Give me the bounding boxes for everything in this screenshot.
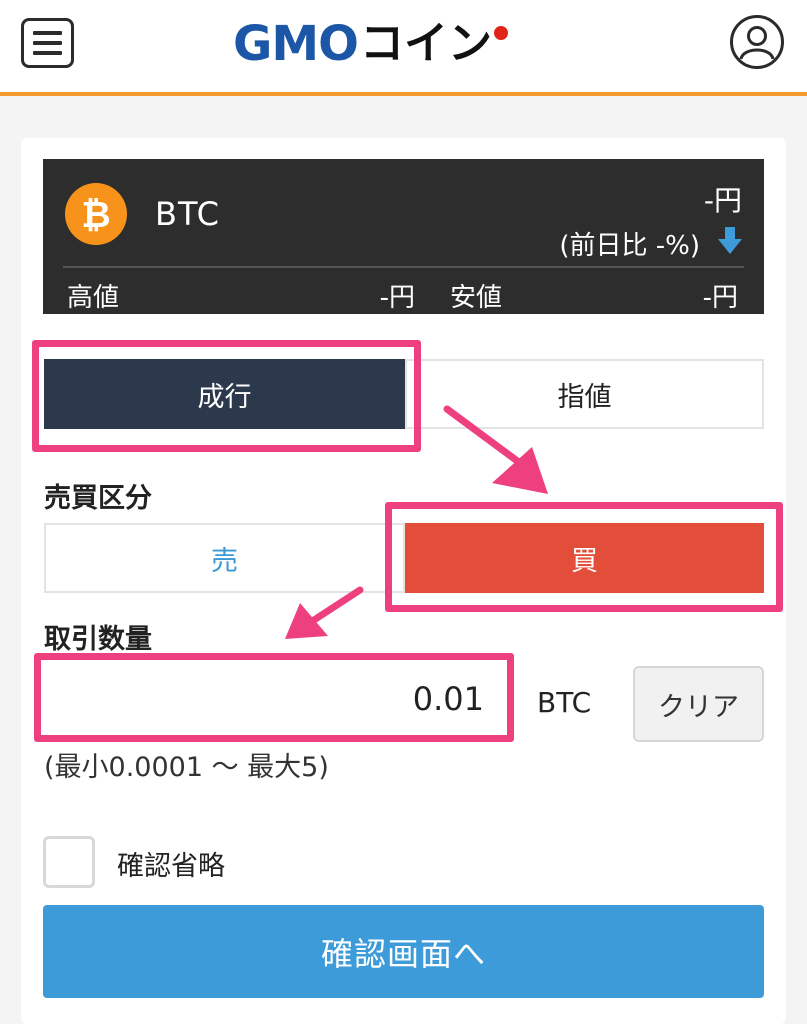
high-label: 高値 xyxy=(67,283,120,313)
highlight-box-order-type xyxy=(32,340,421,452)
app-header: GMO コイン xyxy=(0,0,807,96)
arrow-down-icon xyxy=(718,227,742,255)
quantity-range-hint: (最小0.0001 〜 最大5) xyxy=(44,752,329,783)
logo-brand: GMO xyxy=(233,16,359,72)
low-label: 安値 xyxy=(450,283,503,313)
quantity-section-label: 取引数量 xyxy=(44,624,152,655)
low-value: -円 xyxy=(702,283,738,313)
hamburger-menu-icon[interactable] xyxy=(21,18,74,68)
skip-confirm-checkbox[interactable] xyxy=(43,836,95,888)
ticker-change: (前日比 -%) xyxy=(559,231,700,261)
confirm-screen-button[interactable]: 確認画面へ xyxy=(43,905,764,998)
logo-suffix: コイン xyxy=(359,18,492,69)
user-account-icon[interactable] xyxy=(729,14,785,70)
svg-text:₿: ₿ xyxy=(81,195,110,236)
logo-red-dot xyxy=(494,26,508,40)
bitcoin-icon: ₿ xyxy=(65,183,127,245)
ticker-divider xyxy=(63,266,744,268)
highlight-box-quantity xyxy=(34,653,514,742)
skip-confirm-label: 確認省略 xyxy=(117,851,225,882)
quantity-unit: BTC xyxy=(537,686,592,719)
side-section-label: 売買区分 xyxy=(44,483,152,514)
high-value: -円 xyxy=(379,283,415,313)
price-ticker: ₿ BTC -円 (前日比 -%) 高値 -円 安値 -円 xyxy=(43,159,764,314)
ticker-symbol: BTC xyxy=(155,195,220,233)
highlight-box-buy xyxy=(385,502,783,612)
gmo-coin-logo[interactable]: GMO コイン xyxy=(233,16,573,72)
tab-limit-order[interactable]: 指値 xyxy=(405,359,764,429)
ticker-price: -円 xyxy=(703,184,742,217)
clear-button[interactable]: クリア xyxy=(633,666,764,742)
sell-button[interactable]: 売 xyxy=(44,523,405,593)
